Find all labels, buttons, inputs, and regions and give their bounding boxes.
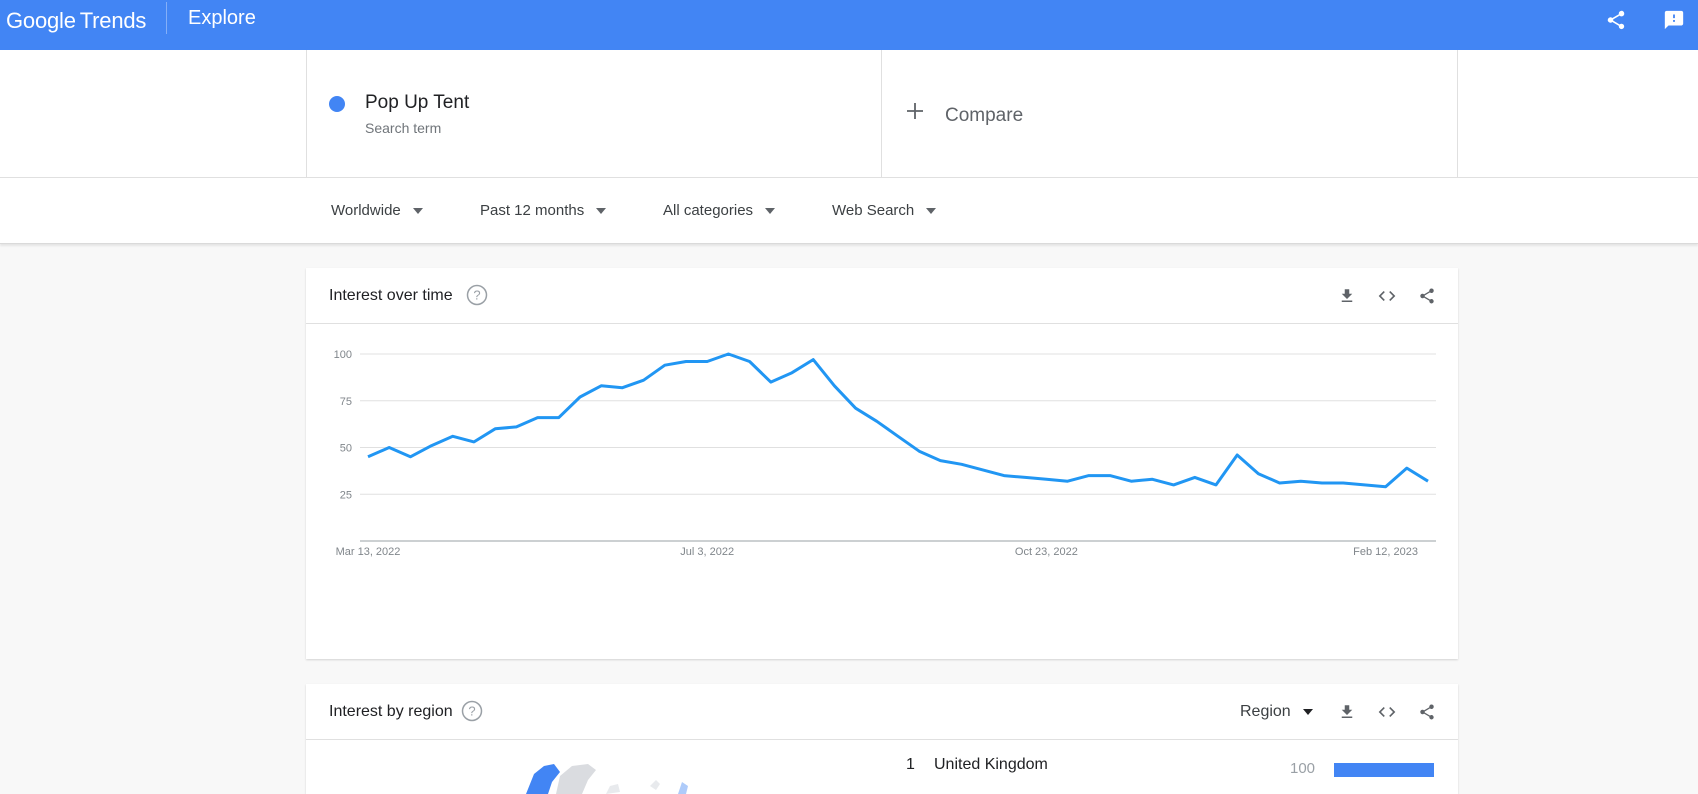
card-header: Interest over time ? (306, 268, 1458, 324)
card-header: Interest by region ? Region (306, 684, 1458, 740)
dropdown-caret-icon (1302, 709, 1313, 715)
compare-label: Compare (945, 105, 1024, 126)
feedback-icon[interactable] (1660, 6, 1688, 34)
series-line[interactable] (367, 352, 1429, 489)
region-resolution-label: Region (1240, 703, 1291, 720)
download-icon[interactable] (1336, 701, 1358, 723)
card-title: Interest by region (329, 703, 453, 720)
interest-over-time-chart[interactable]: 25 50 75 100 Mar 13, 2022 Jul 3, 2022 Oct 23, … (306, 324, 1458, 659)
dropdown-caret-icon (412, 207, 423, 214)
search-term-card[interactable]: Pop Up Tent Search term (306, 50, 882, 178)
share-icon[interactable] (1416, 701, 1438, 723)
x-tick-label: Feb 12, 2023 (1353, 546, 1418, 558)
property-filter[interactable]: Web Search (832, 202, 937, 219)
y-tick-label: 75 (340, 396, 352, 408)
card-title: Interest over time (329, 287, 453, 304)
region-rank: 1 (906, 756, 915, 773)
region-resolution-select[interactable]: Region (1240, 703, 1313, 721)
x-tick-label: Mar 13, 2022 (336, 546, 401, 558)
x-tick-label: Oct 23, 2022 (1015, 546, 1078, 558)
x-tick-label: Jul 3, 2022 (680, 546, 734, 558)
region-value: 100 (1290, 760, 1316, 777)
filters-bar: Worldwide Past 12 months All categories … (0, 178, 1698, 244)
share-icon[interactable] (1416, 285, 1438, 307)
y-tick-label: 50 (340, 443, 352, 455)
interest-by-region-card: Interest by region ? Region 1 United Kin… (306, 684, 1458, 794)
download-icon[interactable] (1336, 285, 1358, 307)
region-value-bar (1334, 763, 1434, 777)
category-filter[interactable]: All categories (663, 202, 776, 219)
property-filter-label: Web Search (832, 202, 915, 219)
category-filter-label: All categories (663, 202, 754, 219)
embed-icon[interactable] (1376, 701, 1398, 723)
region-filter-label: Worldwide (331, 202, 401, 219)
dropdown-caret-icon (596, 207, 607, 214)
brand-google: Google (6, 8, 76, 33)
top-bar: Google Trends Explore (0, 0, 1698, 50)
help-icon[interactable]: ? (466, 284, 488, 306)
region-filter[interactable]: Worldwide (331, 202, 423, 219)
search-term-name[interactable]: Pop Up Tent (365, 92, 469, 114)
help-icon[interactable]: ? (461, 700, 483, 722)
embed-icon[interactable] (1376, 285, 1398, 307)
search-term-type: Search term (365, 120, 442, 136)
page-section-title: Explore (188, 7, 256, 29)
brand-trends: Trends (79, 8, 147, 33)
google-trends-logo[interactable]: Google Trends (6, 8, 146, 34)
share-icon[interactable] (1602, 6, 1630, 34)
region-name[interactable]: United Kingdom (934, 756, 1048, 774)
dropdown-caret-icon (926, 207, 937, 214)
search-terms-panel: Pop Up Tent Search term Compare (0, 50, 1698, 178)
time-filter-label: Past 12 months (480, 202, 585, 219)
region-map[interactable] (456, 750, 716, 794)
plus-icon (907, 103, 923, 119)
y-tick-label: 100 (334, 349, 352, 361)
compare-button[interactable]: Compare (882, 50, 1458, 178)
header-divider (166, 2, 167, 34)
y-tick-label: 25 (340, 489, 352, 501)
time-filter[interactable]: Past 12 months (480, 202, 607, 219)
dropdown-caret-icon (765, 207, 776, 214)
svg-text:?: ? (473, 288, 480, 303)
term-color-dot (329, 96, 345, 112)
svg-text:?: ? (468, 704, 475, 719)
interest-over-time-card: Interest over time ? 25 50 75 100 Mar 13, 20… (306, 268, 1458, 659)
